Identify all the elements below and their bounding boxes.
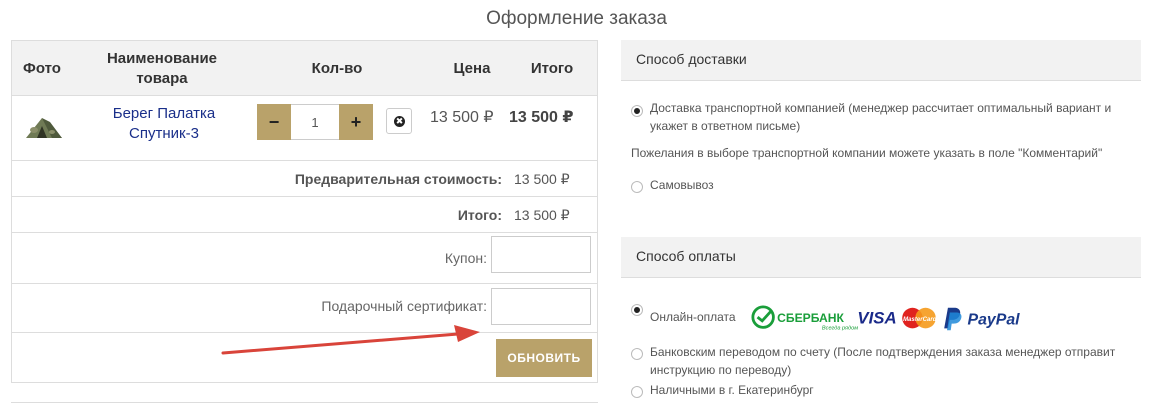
mastercard-logo: MasterCard [902, 307, 937, 329]
payment-option-cash[interactable]: Наличными в г. Екатеринбург [650, 381, 814, 399]
payment-option-online[interactable]: Онлайн-оплата [650, 308, 736, 326]
qty-decrease-button[interactable]: − [257, 104, 291, 140]
red-arrow-annotation [221, 325, 480, 355]
sberbank-logo: СБЕРБАНК Всегда рядом [751, 305, 858, 331]
payment-section-title: Способ оплаты [621, 237, 1141, 278]
header-name: Наименование товара [106, 50, 218, 87]
subtotal-value: 13 500 ₽ [514, 171, 570, 187]
header-total: Итого [530, 60, 574, 77]
qty-input[interactable] [291, 104, 339, 140]
product-name-link[interactable]: Берег Палатка Спутник-3 [94, 104, 234, 144]
item-price: 13 500 ₽ [430, 109, 494, 126]
sberbank-tagline: Всегда рядом [822, 325, 858, 331]
cart-header: Фото Наименование товара Кол-во Цена Ито… [12, 41, 597, 96]
delivery-option-pickup[interactable]: Самовывоз [650, 176, 714, 194]
payment-radio-bank[interactable] [631, 348, 643, 360]
subtotal-row: Предварительная стоимость: 13 500 ₽ [12, 161, 597, 197]
payment-option-bank[interactable]: Банковским переводом по счету (После под… [650, 343, 1140, 379]
header-price: Цена [453, 60, 491, 77]
total-value: 13 500 ₽ [514, 207, 570, 223]
update-button[interactable]: ОБНОВИТЬ [496, 339, 592, 377]
subtotal-label: Предварительная стоимость: [294, 171, 502, 187]
delivery-radio-pickup[interactable] [631, 181, 643, 193]
coupon-input[interactable] [491, 236, 591, 273]
close-icon: ✖ [394, 116, 405, 127]
delivery-option-transport[interactable]: Доставка транспортной компанией (менедже… [650, 99, 1130, 135]
certificate-input[interactable] [491, 288, 591, 325]
paypal-text: PayPal [968, 312, 1021, 329]
total-row: Итого: 13 500 ₽ [12, 197, 597, 233]
qty-increase-button[interactable]: + [339, 104, 373, 140]
remove-item-button[interactable]: ✖ [386, 108, 412, 134]
sberbank-text: СБЕРБАНК [777, 311, 844, 325]
payment-radio-online[interactable] [631, 304, 643, 316]
product-thumbnail[interactable] [22, 112, 66, 142]
divider [11, 402, 598, 403]
header-qty: Кол-во [311, 60, 363, 77]
payment-logos: СБЕРБАНК Всегда рядом VISA MasterCard Pa… [751, 305, 1021, 331]
page-title: Оформление заказа [486, 8, 667, 29]
delivery-section-title: Способ доставки [621, 40, 1141, 81]
coupon-row: Купон: [12, 233, 597, 284]
certificate-label: Подарочный сертификат: [321, 298, 487, 314]
header-photo: Фото [23, 60, 61, 77]
total-label: Итого: [457, 207, 502, 223]
item-total: 13 500 ₽ [509, 109, 574, 126]
paypal-logo: PayPal [944, 307, 1021, 331]
payment-radio-cash[interactable] [631, 386, 643, 398]
coupon-label: Купон: [444, 250, 487, 266]
delivery-radio-transport[interactable] [631, 105, 643, 117]
cart-item-row: Берег Палатка Спутник-3 − + ✖ 13 500 ₽ 1… [12, 96, 597, 161]
delivery-note: Пожелания в выборе транспортной компании… [631, 146, 1103, 160]
mastercard-text: MasterCard [903, 317, 937, 323]
visa-logo: VISA [857, 309, 896, 328]
